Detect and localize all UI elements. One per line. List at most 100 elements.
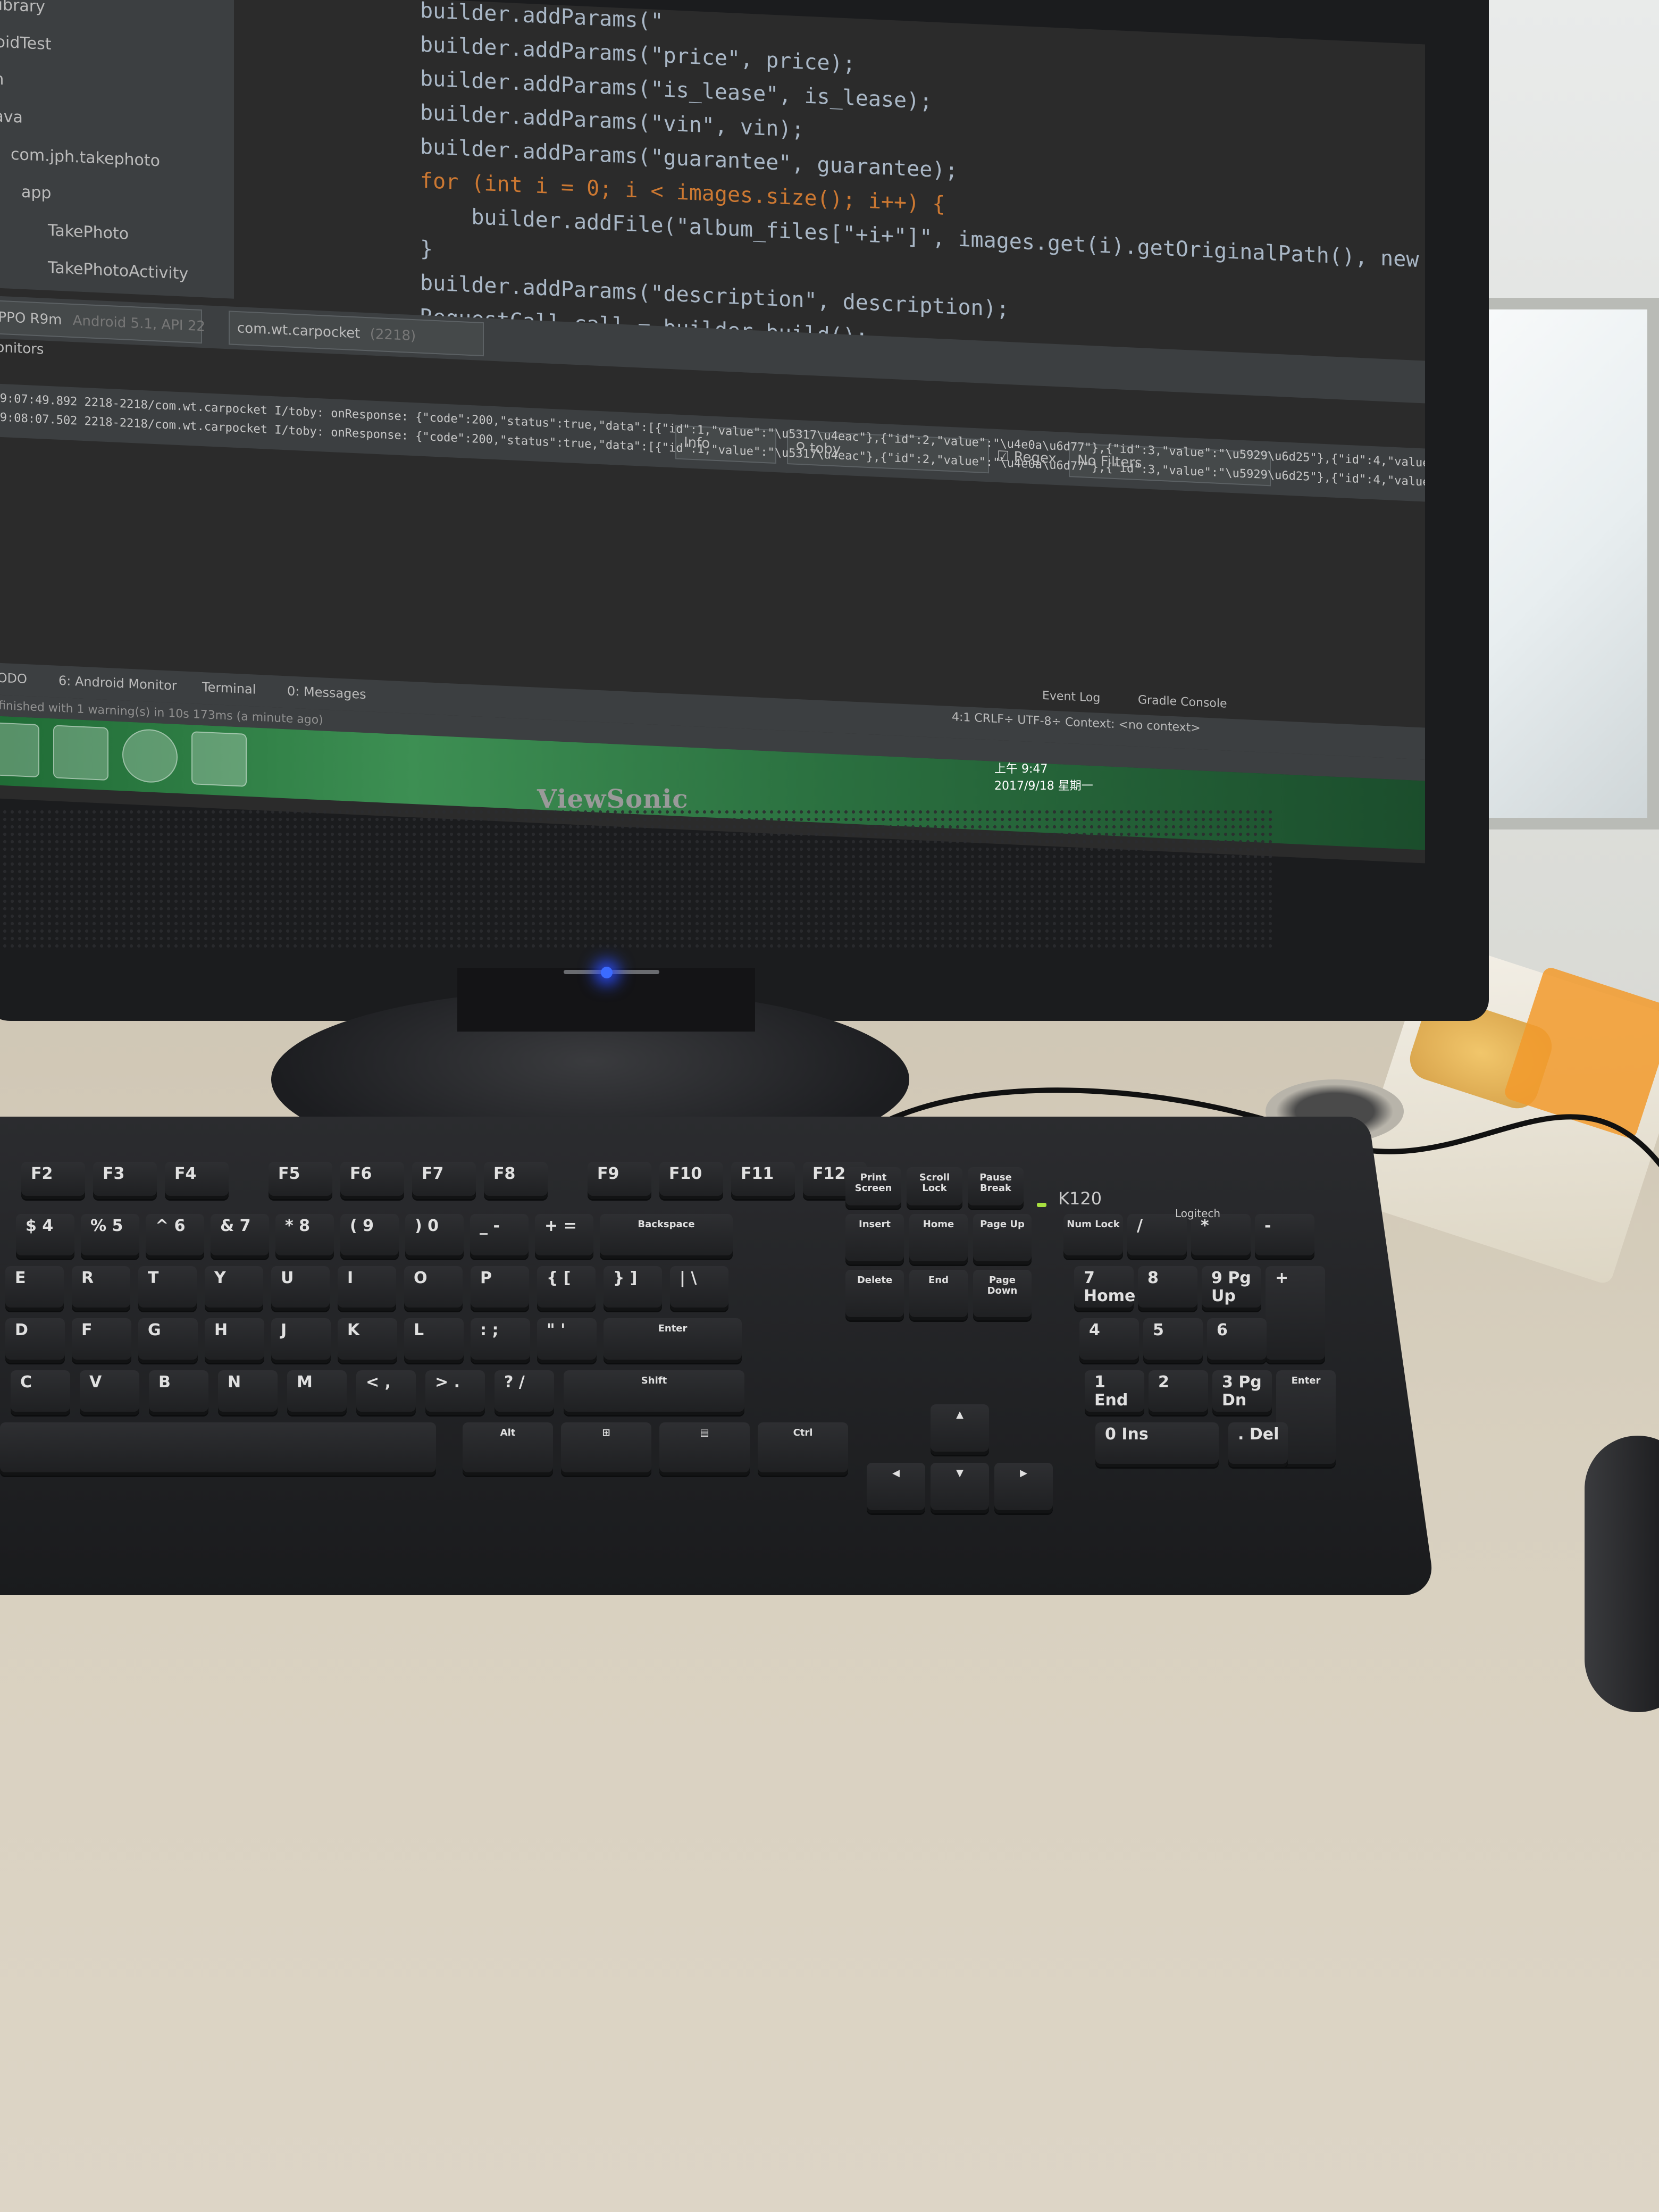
keyboard-key[interactable]: ) 0 — [405, 1214, 464, 1259]
keyboard-key[interactable]: 7 Home — [1074, 1266, 1135, 1311]
keyboard-key[interactable]: 1 End — [1085, 1370, 1144, 1415]
keyboard-key[interactable]: Page Up — [973, 1214, 1032, 1264]
keyboard-key[interactable]: I — [338, 1266, 396, 1311]
keyboard-key[interactable]: Y — [205, 1266, 263, 1311]
tool-tab[interactable]: Terminal — [202, 680, 256, 697]
keyboard-key[interactable]: % 5 — [81, 1214, 139, 1259]
keyboard-key[interactable]: M — [287, 1370, 347, 1415]
keyboard-key[interactable]: D — [5, 1318, 65, 1363]
project-tree-item[interactable]: app — [21, 183, 51, 203]
keyboard-key[interactable]: ▶ — [994, 1463, 1053, 1513]
keyboard-key[interactable]: | \ — [670, 1266, 728, 1311]
keyboard-key[interactable]: Home — [909, 1214, 968, 1264]
keyboard-key[interactable]: + = — [535, 1214, 593, 1259]
tool-tab[interactable]: 6: Android Monitor — [58, 673, 177, 693]
keyboard-key[interactable]: F3 — [93, 1162, 157, 1199]
keyboard-key[interactable]: ⊞ — [561, 1422, 651, 1476]
keyboard-key[interactable]: 6 — [1207, 1318, 1267, 1363]
keyboard-key[interactable]: U — [271, 1266, 330, 1311]
keyboard-key[interactable]: ◀ — [867, 1463, 925, 1513]
project-tree-item[interactable]: java — [0, 107, 23, 127]
keyboard-key[interactable]: L — [404, 1318, 464, 1363]
keyboard-key[interactable]: O — [404, 1266, 463, 1311]
keyboard-key[interactable]: F10 — [659, 1162, 723, 1199]
project-tree-item[interactable]: TakePhoto — [48, 221, 129, 244]
keyboard-key[interactable]: ^ 6 — [146, 1214, 204, 1259]
keyboard-key[interactable]: + — [1266, 1266, 1325, 1363]
keyboard-key[interactable]: F — [72, 1318, 131, 1363]
keyboard-key[interactable]: E — [5, 1266, 64, 1311]
keyboard-key[interactable]: C — [11, 1370, 70, 1415]
start-button-icon[interactable] — [0, 722, 39, 778]
keyboard-key[interactable]: F7 — [412, 1162, 476, 1199]
tool-tab[interactable]: 0: Messages — [287, 683, 366, 702]
keyboard-key[interactable]: F2 — [21, 1162, 85, 1199]
keyboard-key[interactable]: T — [138, 1266, 197, 1311]
keyboard-key[interactable]: ▤ — [659, 1422, 750, 1476]
keyboard-key[interactable]: F9 — [588, 1162, 651, 1199]
keyboard-key[interactable]: K — [338, 1318, 397, 1363]
keyboard-key[interactable]: Scroll Lock — [907, 1167, 962, 1209]
keyboard-key[interactable]: $ 4 — [16, 1214, 74, 1259]
keyboard-key[interactable]: G — [138, 1318, 198, 1363]
keyboard-key[interactable]: F6 — [340, 1162, 404, 1199]
keyboard-key[interactable]: Ctrl — [758, 1422, 848, 1476]
keyboard-key[interactable]: / — [1127, 1214, 1187, 1259]
android-studio-icon[interactable] — [191, 731, 247, 787]
keyboard-key[interactable]: Delete — [845, 1270, 904, 1320]
keyboard-key[interactable]: & 7 — [211, 1214, 269, 1259]
monitors-tab[interactable]: Monitors — [0, 339, 44, 357]
keyboard-key[interactable]: 3 Pg Dn — [1212, 1370, 1272, 1415]
keyboard-key[interactable]: Pause Break — [968, 1167, 1024, 1209]
keyboard-key[interactable]: { [ — [537, 1266, 596, 1311]
project-tree-item[interactable]: com.jph.takephoto — [11, 145, 160, 171]
keyboard-key[interactable]: < , — [356, 1370, 416, 1415]
keyboard-key[interactable]: P — [471, 1266, 529, 1311]
keyboard-key[interactable]: B — [149, 1370, 208, 1415]
keyboard-key[interactable]: * — [1191, 1214, 1251, 1259]
keyboard-key[interactable]: 9 Pg Up — [1202, 1266, 1261, 1311]
keyboard-key[interactable]: N — [218, 1370, 278, 1415]
keyboard-key[interactable]: R — [72, 1266, 130, 1311]
keyboard-key[interactable]: H — [205, 1318, 264, 1363]
tab-gradle-console[interactable]: Gradle Console — [1138, 693, 1227, 711]
keyboard-key[interactable]: * 8 — [275, 1214, 334, 1259]
keyboard-key[interactable]: } ] — [604, 1266, 662, 1311]
keyboard-key[interactable]: End — [909, 1270, 968, 1320]
keyboard-key[interactable]: 4 — [1079, 1318, 1139, 1363]
keyboard-key[interactable]: V — [80, 1370, 139, 1415]
tool-tab[interactable]: TODO — [0, 670, 27, 686]
keyboard-key[interactable]: Alt — [463, 1422, 553, 1476]
keyboard-key[interactable]: > . — [425, 1370, 485, 1415]
project-tree-item[interactable]: roidTest — [0, 32, 51, 54]
keyboard-key[interactable]: Page Down — [973, 1270, 1032, 1320]
keyboard-key[interactable]: 0 Ins — [1095, 1422, 1219, 1467]
browser-icon[interactable] — [122, 728, 178, 784]
process-selector[interactable]: com.wt.carpocket (2218) — [229, 311, 484, 357]
keyboard-key[interactable]: _ - — [470, 1214, 529, 1259]
project-tree-item[interactable]: in — [0, 70, 4, 89]
keyboard-key[interactable]: 8 — [1138, 1266, 1197, 1311]
keyboard-key[interactable]: ▲ — [931, 1404, 989, 1455]
keyboard-key[interactable]: F5 — [269, 1162, 332, 1199]
project-tree-item[interactable]: TakePhotoActivity — [48, 258, 188, 283]
project-tree-item[interactable]: Library — [0, 0, 45, 16]
tab-event-log[interactable]: Event Log — [1042, 689, 1100, 705]
keyboard-key[interactable]: . Del — [1228, 1422, 1288, 1467]
keyboard-key[interactable]: Insert — [845, 1214, 904, 1264]
keyboard-key[interactable]: 2 — [1149, 1370, 1208, 1415]
keyboard-key[interactable]: Enter — [604, 1318, 742, 1363]
keyboard-key[interactable]: F11 — [731, 1162, 795, 1199]
keyboard-key[interactable]: F4 — [165, 1162, 229, 1199]
keyboard-key[interactable]: - — [1255, 1214, 1314, 1259]
keyboard-key[interactable]: Shift — [564, 1370, 744, 1415]
keyboard-key[interactable]: ( 9 — [340, 1214, 399, 1259]
keyboard-key[interactable] — [0, 1422, 436, 1476]
keyboard-key[interactable]: Num Lock — [1063, 1214, 1123, 1259]
keyboard-key[interactable]: 5 — [1143, 1318, 1203, 1363]
keyboard-key[interactable]: F8 — [484, 1162, 548, 1199]
system-tray-clock[interactable]: 上午 9:47 2017/9/18 星期一 — [994, 759, 1093, 793]
computer-mouse[interactable] — [1585, 1436, 1659, 1712]
keyboard-key[interactable]: ▼ — [931, 1463, 989, 1513]
keyboard-key[interactable]: J — [271, 1318, 331, 1363]
